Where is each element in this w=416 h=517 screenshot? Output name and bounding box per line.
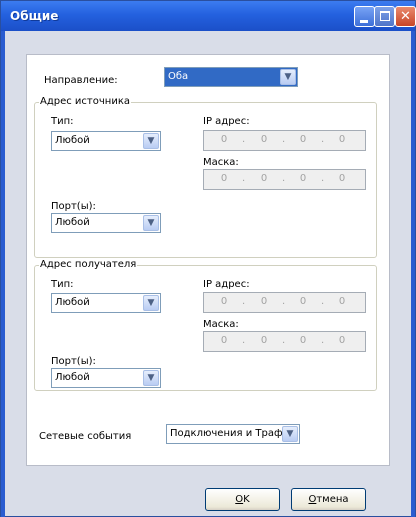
- window-frame-left: [1, 31, 5, 517]
- ip-dot: .: [282, 134, 286, 145]
- ip-dot: .: [242, 335, 246, 346]
- cancel-label-rest: тмена: [316, 494, 349, 505]
- source-type-label: Тип:: [51, 116, 74, 127]
- destination-ports-value: Любой: [55, 372, 90, 383]
- destination-type-label: Тип:: [51, 279, 74, 290]
- chevron-down-icon[interactable]: ▼: [143, 215, 159, 231]
- ip-dot: .: [321, 335, 325, 346]
- source-ports-value: Любой: [55, 217, 90, 228]
- source-type-value: Любой: [55, 135, 90, 146]
- source-ip-field[interactable]: 0 . 0 . 0 . 0: [203, 130, 366, 151]
- destination-mask-field[interactable]: 0 . 0 . 0 . 0: [203, 331, 366, 352]
- destination-ip-label: IP адрес:: [203, 279, 250, 290]
- ip-dot: .: [282, 335, 286, 346]
- destination-type-select[interactable]: Любой ▼: [51, 293, 161, 313]
- ip-octet: 0: [220, 296, 228, 307]
- source-ports-label: Порт(ы):: [51, 201, 96, 212]
- destination-mask-label: Маска:: [203, 319, 239, 330]
- direction-label: Направление:: [44, 75, 118, 86]
- maximize-button[interactable]: [374, 6, 395, 27]
- ip-dot: .: [282, 173, 286, 184]
- mask-octet: 0: [338, 335, 346, 346]
- close-button[interactable]: ✕: [395, 6, 416, 27]
- close-icon: ✕: [400, 9, 411, 24]
- mask-octet: 0: [338, 173, 346, 184]
- ip-dot: .: [242, 134, 246, 145]
- window-title: Общие: [10, 9, 59, 23]
- network-events-value: Подключения и Трафик: [170, 428, 282, 439]
- source-address-group: Адрес источника Тип: Любой ▼ IP адрес: 0…: [34, 96, 377, 258]
- chevron-down-icon[interactable]: ▼: [143, 295, 159, 311]
- ip-octet: 0: [299, 296, 307, 307]
- ok-label-rest: K: [243, 494, 250, 505]
- direction-select[interactable]: Оба ▼: [164, 67, 298, 87]
- direction-value: Оба: [168, 71, 189, 82]
- source-mask-field[interactable]: 0 . 0 . 0 . 0: [203, 169, 366, 190]
- destination-type-value: Любой: [55, 297, 90, 308]
- ip-dot: .: [242, 296, 246, 307]
- destination-address-legend: Адрес получателя: [39, 259, 138, 270]
- mask-octet: 0: [220, 335, 228, 346]
- ip-octet: 0: [299, 134, 307, 145]
- ip-octet: 0: [338, 134, 346, 145]
- ip-octet: 0: [260, 134, 268, 145]
- chevron-down-icon[interactable]: ▼: [143, 370, 159, 386]
- destination-address-group: Адрес получателя Тип: Любой ▼ IP адрес: …: [34, 259, 377, 391]
- minimize-button[interactable]: [354, 6, 375, 27]
- ip-octet: 0: [338, 296, 346, 307]
- settings-panel: Направление: Оба ▼ Адрес источника Тип: …: [26, 54, 390, 466]
- minimize-icon: [360, 20, 368, 23]
- destination-ports-select[interactable]: Любой ▼: [51, 368, 161, 388]
- ip-dot: .: [282, 296, 286, 307]
- title-bar[interactable]: Общие ✕: [1, 1, 416, 31]
- source-ports-select[interactable]: Любой ▼: [51, 213, 161, 233]
- source-mask-label: Маска:: [203, 157, 239, 168]
- cancel-button[interactable]: Отмена: [291, 488, 366, 511]
- destination-ports-label: Порт(ы):: [51, 356, 96, 367]
- mask-octet: 0: [299, 173, 307, 184]
- network-events-select[interactable]: Подключения и Трафик ▼: [166, 424, 300, 444]
- source-ip-label: IP адрес:: [203, 116, 250, 127]
- mask-octet: 0: [220, 173, 228, 184]
- chevron-down-icon[interactable]: ▼: [280, 69, 296, 85]
- network-events-label: Сетевые события: [39, 431, 132, 442]
- window-frame-right: [411, 31, 415, 517]
- ip-dot: .: [321, 296, 325, 307]
- ok-mnemonic: O: [235, 494, 244, 505]
- ip-octet: 0: [260, 296, 268, 307]
- destination-ip-field[interactable]: 0 . 0 . 0 . 0: [203, 292, 366, 313]
- ip-dot: .: [242, 173, 246, 184]
- chevron-down-icon[interactable]: ▼: [143, 133, 159, 149]
- maximize-icon: [380, 11, 390, 21]
- mask-octet: 0: [260, 173, 268, 184]
- ip-octet: 0: [220, 134, 228, 145]
- ip-dot: .: [321, 173, 325, 184]
- ok-button[interactable]: OK: [205, 488, 280, 511]
- mask-octet: 0: [299, 335, 307, 346]
- source-type-select[interactable]: Любой ▼: [51, 131, 161, 151]
- ip-dot: .: [321, 134, 325, 145]
- mask-octet: 0: [260, 335, 268, 346]
- source-address-legend: Адрес источника: [39, 96, 131, 107]
- chevron-down-icon[interactable]: ▼: [282, 426, 298, 442]
